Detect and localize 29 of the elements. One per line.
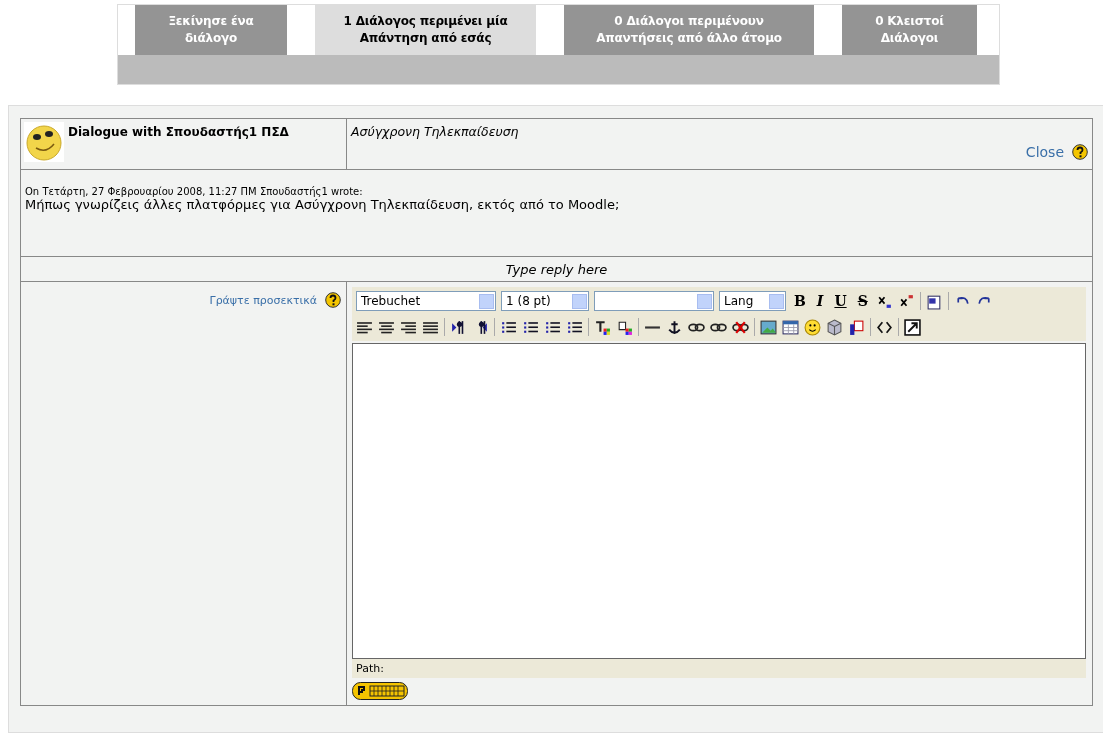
anchor-icon[interactable] (666, 318, 683, 336)
strikethrough-button[interactable]: S (854, 293, 871, 309)
italic-button[interactable]: I (813, 293, 827, 309)
tab[interactable]: 1 Διάλογος περιμένει μία Απάντηση από εσάς (315, 5, 536, 55)
message-meta: On Τετάρτη, 27 Φεβρουαρίου 2008, 11:27 ΠΜ Σπουδαστής1 wrote: (25, 186, 364, 197)
reply-header: Type reply here (505, 261, 608, 277)
smiley-icon[interactable] (804, 318, 821, 336)
text-color-icon[interactable] (594, 318, 611, 336)
font-select[interactable]: Trebuchet (356, 291, 496, 311)
close-link[interactable]: Close (1025, 144, 1064, 160)
message-body: Μήπως γνωρίζεις άλλες πλατφόρμες για Ασύγχρονη Τηλεκπαίδευση, εκτός από το Moodle; (25, 197, 621, 212)
search-replace-icon[interactable] (848, 318, 865, 336)
avatar-smiley-icon (24, 122, 64, 162)
help-icon[interactable] (325, 292, 341, 308)
dialogue-title: Dialogue with Σπουδαστής1 ΠΣΔ (68, 124, 289, 139)
help-keyboard-icon[interactable] (352, 682, 408, 700)
fullscreen-icon[interactable] (904, 318, 921, 336)
path-label: Path: (356, 662, 384, 675)
table-icon[interactable] (782, 318, 799, 336)
image-icon[interactable] (760, 318, 777, 336)
format-select[interactable] (594, 291, 714, 311)
size-select[interactable]: 1 (8 pt) (501, 291, 589, 311)
bold-button[interactable]: B (791, 293, 809, 309)
underline-button[interactable]: U (831, 293, 850, 309)
dialogue-subject: Ασύγχρονη Τηλεκπαίδευση (349, 123, 520, 141)
cube-icon[interactable] (826, 318, 843, 336)
language-select[interactable]: Lang (719, 291, 786, 311)
reply-label: Γράψτε προσεκτικά (209, 293, 317, 307)
help-icon[interactable] (1072, 144, 1088, 160)
